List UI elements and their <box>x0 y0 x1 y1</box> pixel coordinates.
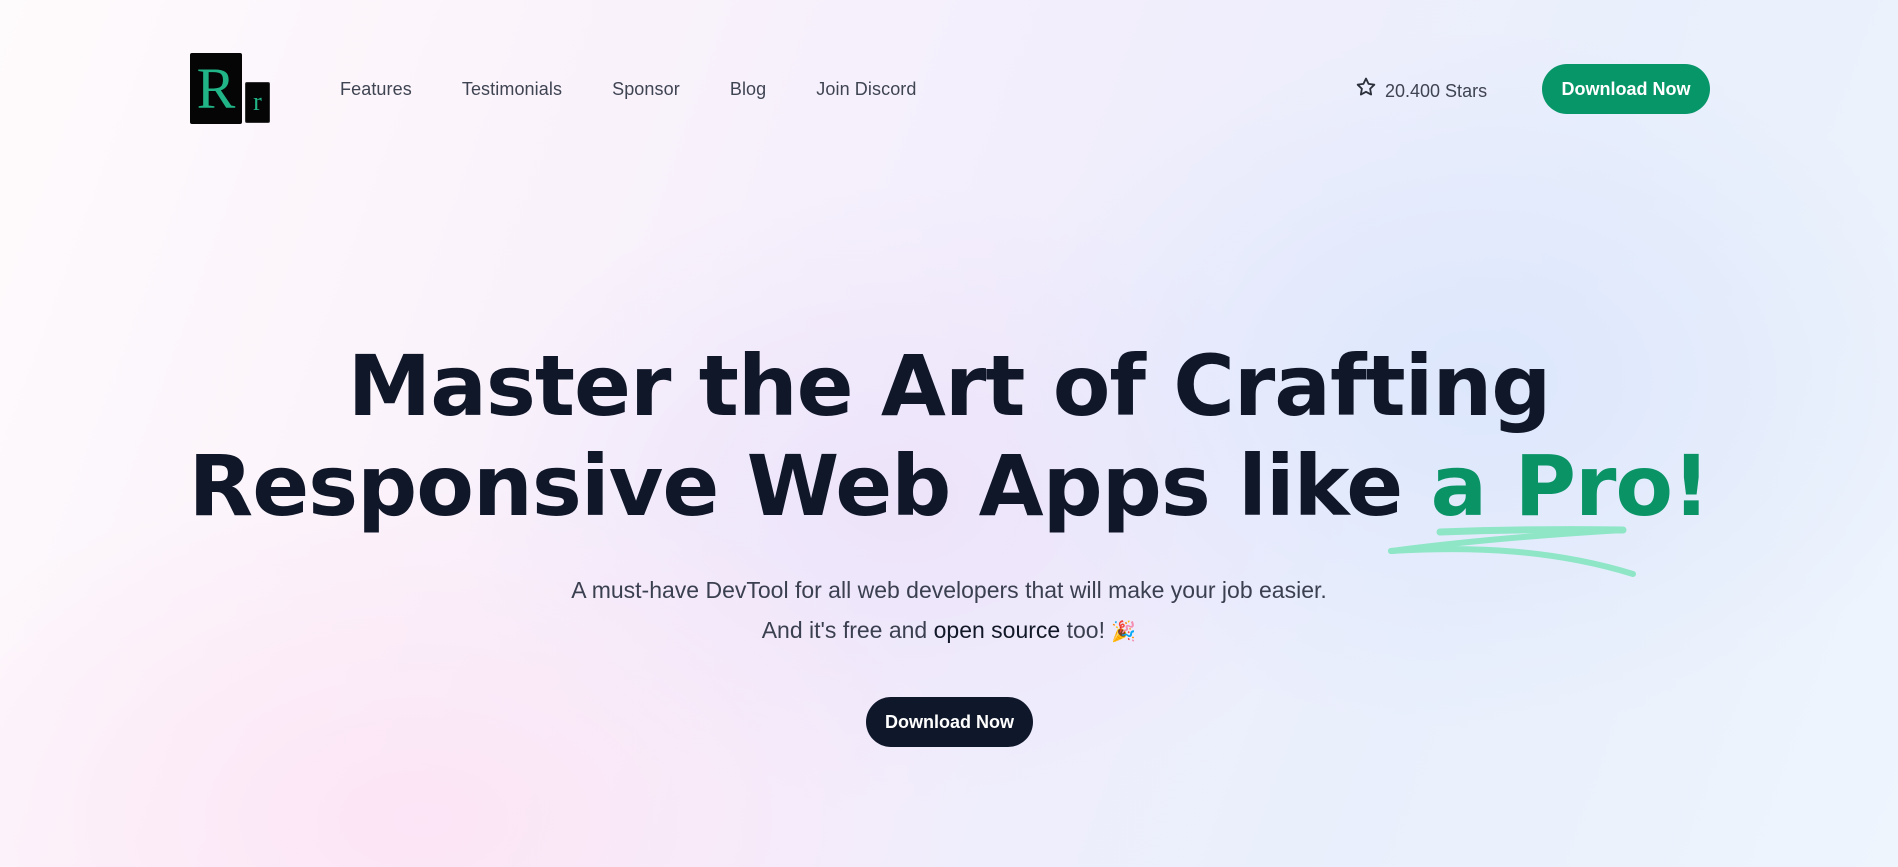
hero-title-accent: a Pro! <box>1430 437 1711 535</box>
logo-small-letter: r <box>245 82 270 123</box>
hero-title-line-2-text: Responsive Web Apps like <box>188 437 1431 535</box>
nav-link-testimonials[interactable]: Testimonials <box>462 76 562 102</box>
hero-subtitle: A must-have DevTool for all web develope… <box>0 570 1898 651</box>
logo[interactable]: R r <box>190 53 270 125</box>
nav-link-sponsor[interactable]: Sponsor <box>612 76 680 102</box>
hero-download-button[interactable]: Download Now <box>866 697 1033 747</box>
logo-big-letter: R <box>190 53 242 124</box>
party-popper-icon: 🎉 <box>1111 619 1137 643</box>
hero-title-line-2: Responsive Web Apps like a Pro! <box>0 436 1898 536</box>
hero-title-line-1: Master the Art of Crafting <box>347 337 1552 435</box>
subtitle-line-2: And it's free and open source too! 🎉 <box>0 610 1898 651</box>
header-download-button[interactable]: Download Now <box>1542 64 1710 114</box>
nav-link-features[interactable]: Features <box>340 76 412 102</box>
top-navigation: R r Features Testimonials Sponsor Blog J… <box>0 0 1898 178</box>
hero-title: Master the Art of Crafting Responsive We… <box>0 336 1898 536</box>
nav-link-blog[interactable]: Blog <box>730 76 766 102</box>
subtitle-line-1: A must-have DevTool for all web develope… <box>571 577 1327 603</box>
star-icon <box>1355 76 1385 105</box>
stars-count: 20.400 Stars <box>1385 80 1488 101</box>
subtitle-line-2-suffix: too! <box>1060 617 1112 643</box>
github-stars-link[interactable]: 20.400 Stars <box>1355 76 1487 105</box>
subtitle-line-2-prefix: And it's free and <box>761 617 934 643</box>
nav-link-join-discord[interactable]: Join Discord <box>816 76 916 102</box>
open-source-text: open source <box>933 617 1061 643</box>
nav-links: Features Testimonials Sponsor Blog Join … <box>340 76 967 102</box>
